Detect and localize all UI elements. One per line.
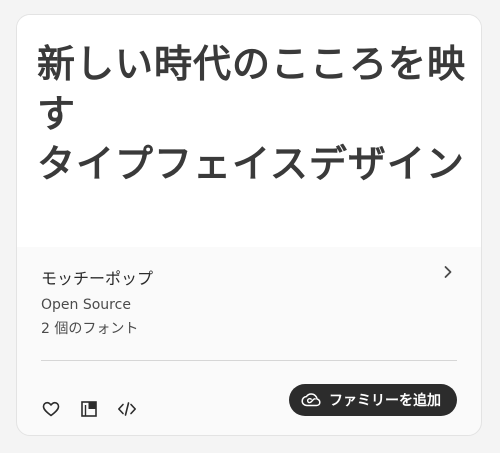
font-preview[interactable]: 新しい時代のこころを映す タイプフェイスデザイン xyxy=(17,15,481,247)
font-family-card: 新しい時代のこころを映す タイプフェイスデザイン モッチーポップ Open So… xyxy=(16,14,482,436)
foundry-name: Open Source xyxy=(41,297,131,313)
family-name-link[interactable]: モッチーポップ xyxy=(41,265,153,289)
family-info: モッチーポップ Open Source 2 個のフォント ファミリーを追加 xyxy=(17,247,481,435)
sample-text-line-1: 新しい時代のこころを映す xyxy=(37,42,467,136)
card-actions xyxy=(41,399,137,419)
add-family-button-label: ファミリーを追加 xyxy=(329,393,441,409)
creative-cloud-icon xyxy=(301,390,321,410)
divider xyxy=(41,360,457,361)
sample-text: 新しい時代のこころを映す タイプフェイスデザイン xyxy=(37,39,467,189)
heart-icon[interactable] xyxy=(41,399,61,419)
font-count: 2 個のフォント xyxy=(41,321,139,337)
chevron-right-icon[interactable] xyxy=(439,263,457,281)
add-family-button[interactable]: ファミリーを追加 xyxy=(289,384,457,416)
sample-text-line-2: タイプフェイスデザイン xyxy=(37,142,465,186)
compare-panel-icon[interactable] xyxy=(79,399,99,419)
code-icon[interactable] xyxy=(117,399,137,419)
